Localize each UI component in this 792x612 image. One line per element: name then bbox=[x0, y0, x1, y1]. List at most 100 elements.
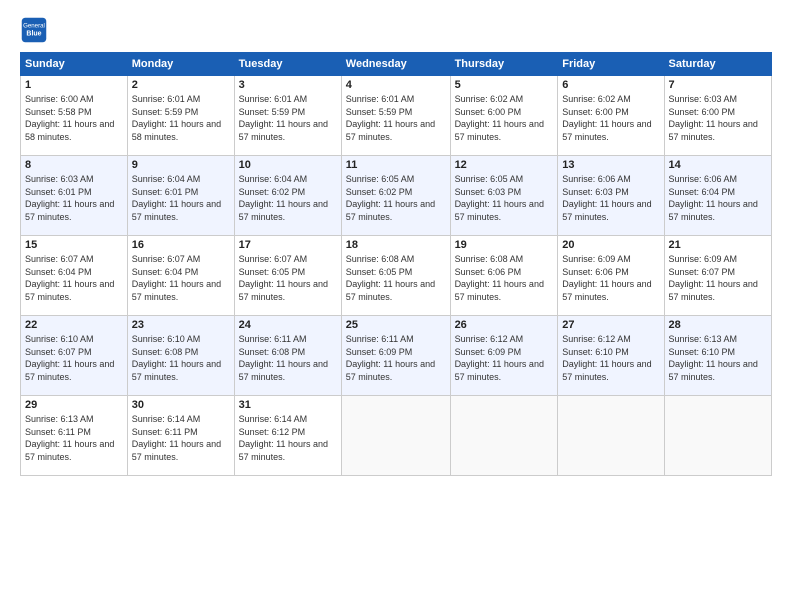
calendar-day-cell: 4 Sunrise: 6:01 AMSunset: 5:59 PMDayligh… bbox=[341, 76, 450, 156]
day-number: 27 bbox=[562, 319, 659, 331]
day-info: Sunrise: 6:09 AMSunset: 6:06 PMDaylight:… bbox=[562, 253, 659, 303]
calendar-day-cell: 31 Sunrise: 6:14 AMSunset: 6:12 PMDaylig… bbox=[234, 396, 341, 476]
day-number: 23 bbox=[132, 319, 230, 331]
calendar-day-cell: 18 Sunrise: 6:08 AMSunset: 6:05 PMDaylig… bbox=[341, 236, 450, 316]
day-info: Sunrise: 6:01 AMSunset: 5:59 PMDaylight:… bbox=[132, 93, 230, 143]
calendar-page: General Blue SundayMondayTuesdayWednesda… bbox=[0, 0, 792, 612]
day-info: Sunrise: 6:14 AMSunset: 6:12 PMDaylight:… bbox=[239, 413, 337, 463]
day-info: Sunrise: 6:03 AMSunset: 6:00 PMDaylight:… bbox=[669, 93, 767, 143]
logo: General Blue bbox=[20, 16, 52, 44]
day-info: Sunrise: 6:01 AMSunset: 5:59 PMDaylight:… bbox=[346, 93, 446, 143]
day-info: Sunrise: 6:06 AMSunset: 6:04 PMDaylight:… bbox=[669, 173, 767, 223]
day-info: Sunrise: 6:10 AMSunset: 6:07 PMDaylight:… bbox=[25, 333, 123, 383]
day-number: 22 bbox=[25, 319, 123, 331]
calendar-day-cell: 24 Sunrise: 6:11 AMSunset: 6:08 PMDaylig… bbox=[234, 316, 341, 396]
calendar-day-cell: 6 Sunrise: 6:02 AMSunset: 6:00 PMDayligh… bbox=[558, 76, 664, 156]
calendar-day-cell: 2 Sunrise: 6:01 AMSunset: 5:59 PMDayligh… bbox=[127, 76, 234, 156]
day-info: Sunrise: 6:02 AMSunset: 6:00 PMDaylight:… bbox=[455, 93, 554, 143]
day-number: 25 bbox=[346, 319, 446, 331]
svg-text:Blue: Blue bbox=[26, 30, 41, 37]
day-number: 11 bbox=[346, 159, 446, 171]
day-info: Sunrise: 6:12 AMSunset: 6:10 PMDaylight:… bbox=[562, 333, 659, 383]
day-number: 28 bbox=[669, 319, 767, 331]
calendar-week-row: 8 Sunrise: 6:03 AMSunset: 6:01 PMDayligh… bbox=[21, 156, 772, 236]
calendar-day-cell: 3 Sunrise: 6:01 AMSunset: 5:59 PMDayligh… bbox=[234, 76, 341, 156]
day-info: Sunrise: 6:13 AMSunset: 6:11 PMDaylight:… bbox=[25, 413, 123, 463]
weekday-header-cell: Tuesday bbox=[234, 53, 341, 76]
day-number: 26 bbox=[455, 319, 554, 331]
day-info: Sunrise: 6:13 AMSunset: 6:10 PMDaylight:… bbox=[669, 333, 767, 383]
day-number: 15 bbox=[25, 239, 123, 251]
calendar-day-cell: 10 Sunrise: 6:04 AMSunset: 6:02 PMDaylig… bbox=[234, 156, 341, 236]
calendar-day-cell: 12 Sunrise: 6:05 AMSunset: 6:03 PMDaylig… bbox=[450, 156, 558, 236]
day-number: 9 bbox=[132, 159, 230, 171]
day-number: 8 bbox=[25, 159, 123, 171]
calendar-day-cell: 27 Sunrise: 6:12 AMSunset: 6:10 PMDaylig… bbox=[558, 316, 664, 396]
calendar-day-cell: 1 Sunrise: 6:00 AMSunset: 5:58 PMDayligh… bbox=[21, 76, 128, 156]
calendar-day-cell: 7 Sunrise: 6:03 AMSunset: 6:00 PMDayligh… bbox=[664, 76, 771, 156]
calendar-day-cell: 26 Sunrise: 6:12 AMSunset: 6:09 PMDaylig… bbox=[450, 316, 558, 396]
day-info: Sunrise: 6:01 AMSunset: 5:59 PMDaylight:… bbox=[239, 93, 337, 143]
calendar-day-cell: 5 Sunrise: 6:02 AMSunset: 6:00 PMDayligh… bbox=[450, 76, 558, 156]
weekday-header-cell: Monday bbox=[127, 53, 234, 76]
day-number: 18 bbox=[346, 239, 446, 251]
calendar-day-cell: 15 Sunrise: 6:07 AMSunset: 6:04 PMDaylig… bbox=[21, 236, 128, 316]
day-info: Sunrise: 6:00 AMSunset: 5:58 PMDaylight:… bbox=[25, 93, 123, 143]
day-info: Sunrise: 6:14 AMSunset: 6:11 PMDaylight:… bbox=[132, 413, 230, 463]
weekday-header-cell: Friday bbox=[558, 53, 664, 76]
day-info: Sunrise: 6:08 AMSunset: 6:05 PMDaylight:… bbox=[346, 253, 446, 303]
day-number: 5 bbox=[455, 79, 554, 91]
calendar-day-cell: 30 Sunrise: 6:14 AMSunset: 6:11 PMDaylig… bbox=[127, 396, 234, 476]
calendar-day-cell bbox=[558, 396, 664, 476]
day-number: 19 bbox=[455, 239, 554, 251]
calendar-table: SundayMondayTuesdayWednesdayThursdayFrid… bbox=[20, 52, 772, 476]
calendar-day-cell bbox=[450, 396, 558, 476]
day-info: Sunrise: 6:04 AMSunset: 6:01 PMDaylight:… bbox=[132, 173, 230, 223]
calendar-day-cell: 9 Sunrise: 6:04 AMSunset: 6:01 PMDayligh… bbox=[127, 156, 234, 236]
weekday-header-cell: Thursday bbox=[450, 53, 558, 76]
weekday-header-cell: Sunday bbox=[21, 53, 128, 76]
day-number: 3 bbox=[239, 79, 337, 91]
calendar-day-cell: 25 Sunrise: 6:11 AMSunset: 6:09 PMDaylig… bbox=[341, 316, 450, 396]
calendar-day-cell: 17 Sunrise: 6:07 AMSunset: 6:05 PMDaylig… bbox=[234, 236, 341, 316]
calendar-week-row: 15 Sunrise: 6:07 AMSunset: 6:04 PMDaylig… bbox=[21, 236, 772, 316]
day-info: Sunrise: 6:11 AMSunset: 6:09 PMDaylight:… bbox=[346, 333, 446, 383]
day-info: Sunrise: 6:07 AMSunset: 6:04 PMDaylight:… bbox=[25, 253, 123, 303]
calendar-day-cell: 29 Sunrise: 6:13 AMSunset: 6:11 PMDaylig… bbox=[21, 396, 128, 476]
day-info: Sunrise: 6:07 AMSunset: 6:04 PMDaylight:… bbox=[132, 253, 230, 303]
day-number: 12 bbox=[455, 159, 554, 171]
day-info: Sunrise: 6:12 AMSunset: 6:09 PMDaylight:… bbox=[455, 333, 554, 383]
day-info: Sunrise: 6:02 AMSunset: 6:00 PMDaylight:… bbox=[562, 93, 659, 143]
calendar-day-cell: 13 Sunrise: 6:06 AMSunset: 6:03 PMDaylig… bbox=[558, 156, 664, 236]
calendar-day-cell bbox=[664, 396, 771, 476]
day-number: 2 bbox=[132, 79, 230, 91]
day-info: Sunrise: 6:06 AMSunset: 6:03 PMDaylight:… bbox=[562, 173, 659, 223]
calendar-day-cell: 16 Sunrise: 6:07 AMSunset: 6:04 PMDaylig… bbox=[127, 236, 234, 316]
calendar-week-row: 22 Sunrise: 6:10 AMSunset: 6:07 PMDaylig… bbox=[21, 316, 772, 396]
calendar-day-cell: 8 Sunrise: 6:03 AMSunset: 6:01 PMDayligh… bbox=[21, 156, 128, 236]
weekday-header-row: SundayMondayTuesdayWednesdayThursdayFrid… bbox=[21, 53, 772, 76]
day-info: Sunrise: 6:11 AMSunset: 6:08 PMDaylight:… bbox=[239, 333, 337, 383]
day-number: 14 bbox=[669, 159, 767, 171]
day-number: 24 bbox=[239, 319, 337, 331]
calendar-day-cell: 14 Sunrise: 6:06 AMSunset: 6:04 PMDaylig… bbox=[664, 156, 771, 236]
calendar-day-cell: 20 Sunrise: 6:09 AMSunset: 6:06 PMDaylig… bbox=[558, 236, 664, 316]
svg-text:General: General bbox=[23, 22, 45, 29]
day-number: 31 bbox=[239, 399, 337, 411]
calendar-week-row: 29 Sunrise: 6:13 AMSunset: 6:11 PMDaylig… bbox=[21, 396, 772, 476]
calendar-day-cell: 22 Sunrise: 6:10 AMSunset: 6:07 PMDaylig… bbox=[21, 316, 128, 396]
day-info: Sunrise: 6:07 AMSunset: 6:05 PMDaylight:… bbox=[239, 253, 337, 303]
page-header: General Blue bbox=[20, 16, 772, 44]
day-number: 20 bbox=[562, 239, 659, 251]
logo-icon: General Blue bbox=[20, 16, 48, 44]
day-number: 7 bbox=[669, 79, 767, 91]
day-info: Sunrise: 6:03 AMSunset: 6:01 PMDaylight:… bbox=[25, 173, 123, 223]
day-number: 29 bbox=[25, 399, 123, 411]
calendar-week-row: 1 Sunrise: 6:00 AMSunset: 5:58 PMDayligh… bbox=[21, 76, 772, 156]
day-number: 16 bbox=[132, 239, 230, 251]
weekday-header-cell: Wednesday bbox=[341, 53, 450, 76]
day-info: Sunrise: 6:10 AMSunset: 6:08 PMDaylight:… bbox=[132, 333, 230, 383]
day-info: Sunrise: 6:05 AMSunset: 6:03 PMDaylight:… bbox=[455, 173, 554, 223]
day-number: 17 bbox=[239, 239, 337, 251]
calendar-day-cell: 21 Sunrise: 6:09 AMSunset: 6:07 PMDaylig… bbox=[664, 236, 771, 316]
